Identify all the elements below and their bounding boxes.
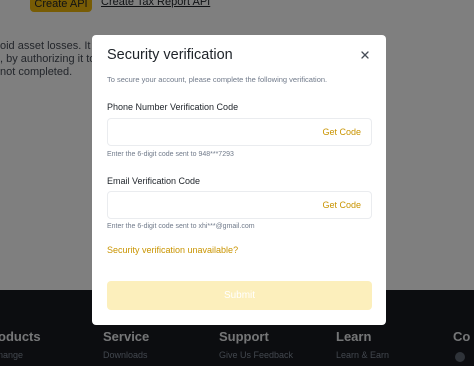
phone-code-hint: Enter the 6-digit code sent to 948***729… — [107, 151, 234, 158]
security-verification-unavailable-link[interactable]: Security verification unavailable? — [107, 245, 238, 255]
close-icon — [361, 51, 369, 59]
phone-code-label: Phone Number Verification Code — [107, 102, 239, 112]
modal-title: Security verification — [107, 47, 233, 63]
phone-code-field: Get Code — [107, 118, 372, 146]
phone-get-code-button[interactable]: Get Code — [322, 127, 361, 137]
phone-code-input[interactable] — [108, 119, 308, 145]
email-get-code-button[interactable]: Get Code — [322, 200, 361, 210]
submit-button[interactable]: Submit — [107, 281, 372, 310]
email-code-hint: Enter the 6-digit code sent to xhi***@gm… — [107, 223, 255, 230]
email-code-field: Get Code — [107, 191, 372, 219]
email-code-input[interactable] — [108, 192, 308, 218]
email-code-label: Email Verification Code — [107, 176, 201, 186]
close-button[interactable] — [358, 48, 372, 62]
modal-subtitle: To secure your account, please complete … — [107, 75, 328, 84]
security-verification-modal: Security verification To secure your acc… — [92, 35, 386, 325]
